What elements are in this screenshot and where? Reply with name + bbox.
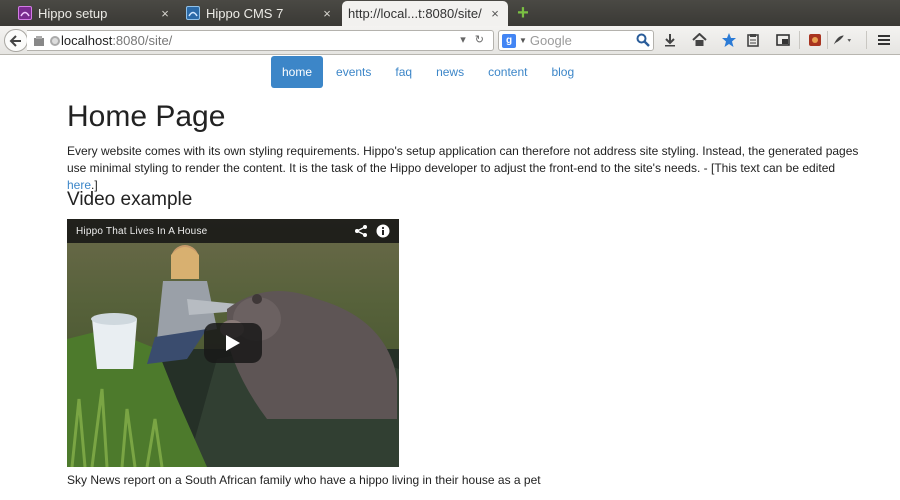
feather-icon[interactable] <box>832 30 852 50</box>
url-path: :8080/site/ <box>112 33 173 48</box>
tab-strip: Hippo setup × Hippo CMS 7 × http://local… <box>0 0 900 26</box>
nav-home[interactable]: home <box>271 56 324 88</box>
url-dropdown-reload-icon[interactable]: ▾ ↻ <box>460 33 487 46</box>
toolbar-divider <box>866 31 867 49</box>
new-tab-icon[interactable]: + <box>514 3 532 23</box>
search-bar[interactable]: g ▼ <box>498 30 654 51</box>
search-icon[interactable] <box>636 33 650 47</box>
back-icon[interactable] <box>4 29 28 52</box>
video-title[interactable]: Hippo That Lives In A House <box>76 226 346 237</box>
nav-faq[interactable]: faq <box>384 56 423 88</box>
site-navigation: home events faq news content blog <box>271 56 587 88</box>
tab-label: http://local...t:8080/site/ <box>348 6 482 21</box>
download-icon[interactable] <box>660 30 680 50</box>
hippo-favicon-icon <box>18 6 32 20</box>
chevron-down-icon[interactable]: ▼ <box>519 36 527 45</box>
toolbar-divider <box>827 31 828 49</box>
clipboard-icon[interactable] <box>743 30 763 50</box>
video-heading: Video example <box>67 189 193 210</box>
nav-blog[interactable]: blog <box>540 56 585 88</box>
screenshot-icon[interactable] <box>773 30 793 50</box>
toolbar-divider <box>799 31 800 49</box>
nav-news[interactable]: news <box>425 56 475 88</box>
tab-close-icon[interactable]: × <box>488 6 502 21</box>
tab-hippo-setup[interactable]: Hippo setup × <box>12 2 178 24</box>
info-icon[interactable] <box>376 224 390 238</box>
hippo-favicon-icon <box>186 6 200 20</box>
video-player[interactable]: Hippo That Lives In A House <box>67 219 399 467</box>
video-title-bar: Hippo That Lives In A House <box>67 219 399 243</box>
share-icon[interactable] <box>354 224 368 238</box>
url-host: localhost <box>61 33 113 48</box>
site-identity-icon[interactable] <box>27 35 61 47</box>
addon-icon[interactable] <box>805 30 825 50</box>
tab-hippo-cms[interactable]: Hippo CMS 7 × <box>180 2 340 24</box>
menu-icon[interactable] <box>874 30 894 50</box>
search-input[interactable] <box>529 33 630 48</box>
search-engine-icon[interactable]: g <box>502 33 516 48</box>
intro-paragraph: Every website comes with its own styling… <box>67 143 867 194</box>
tab-close-icon[interactable]: × <box>320 6 334 21</box>
tab-label: Hippo setup <box>38 5 108 21</box>
bookmark-star-icon[interactable] <box>719 30 739 50</box>
play-button[interactable] <box>204 323 262 363</box>
nav-content[interactable]: content <box>477 56 538 88</box>
tab-close-icon[interactable]: × <box>158 6 172 21</box>
navigation-toolbar: localhost:8080/site/ ▾ ↻ g ▼ <box>0 26 900 55</box>
play-icon <box>226 335 240 351</box>
tab-label: Hippo CMS 7 <box>206 5 284 21</box>
page-title: Home Page <box>67 100 226 133</box>
nav-events[interactable]: events <box>325 56 382 88</box>
tab-site[interactable]: http://local...t:8080/site/ × <box>342 1 508 26</box>
video-caption: Sky News report on a South African famil… <box>67 473 541 487</box>
url-bar[interactable]: localhost:8080/site/ ▾ ↻ <box>27 30 494 51</box>
home-icon[interactable] <box>689 30 709 50</box>
intro-text: Every website comes with its own styling… <box>67 144 859 175</box>
